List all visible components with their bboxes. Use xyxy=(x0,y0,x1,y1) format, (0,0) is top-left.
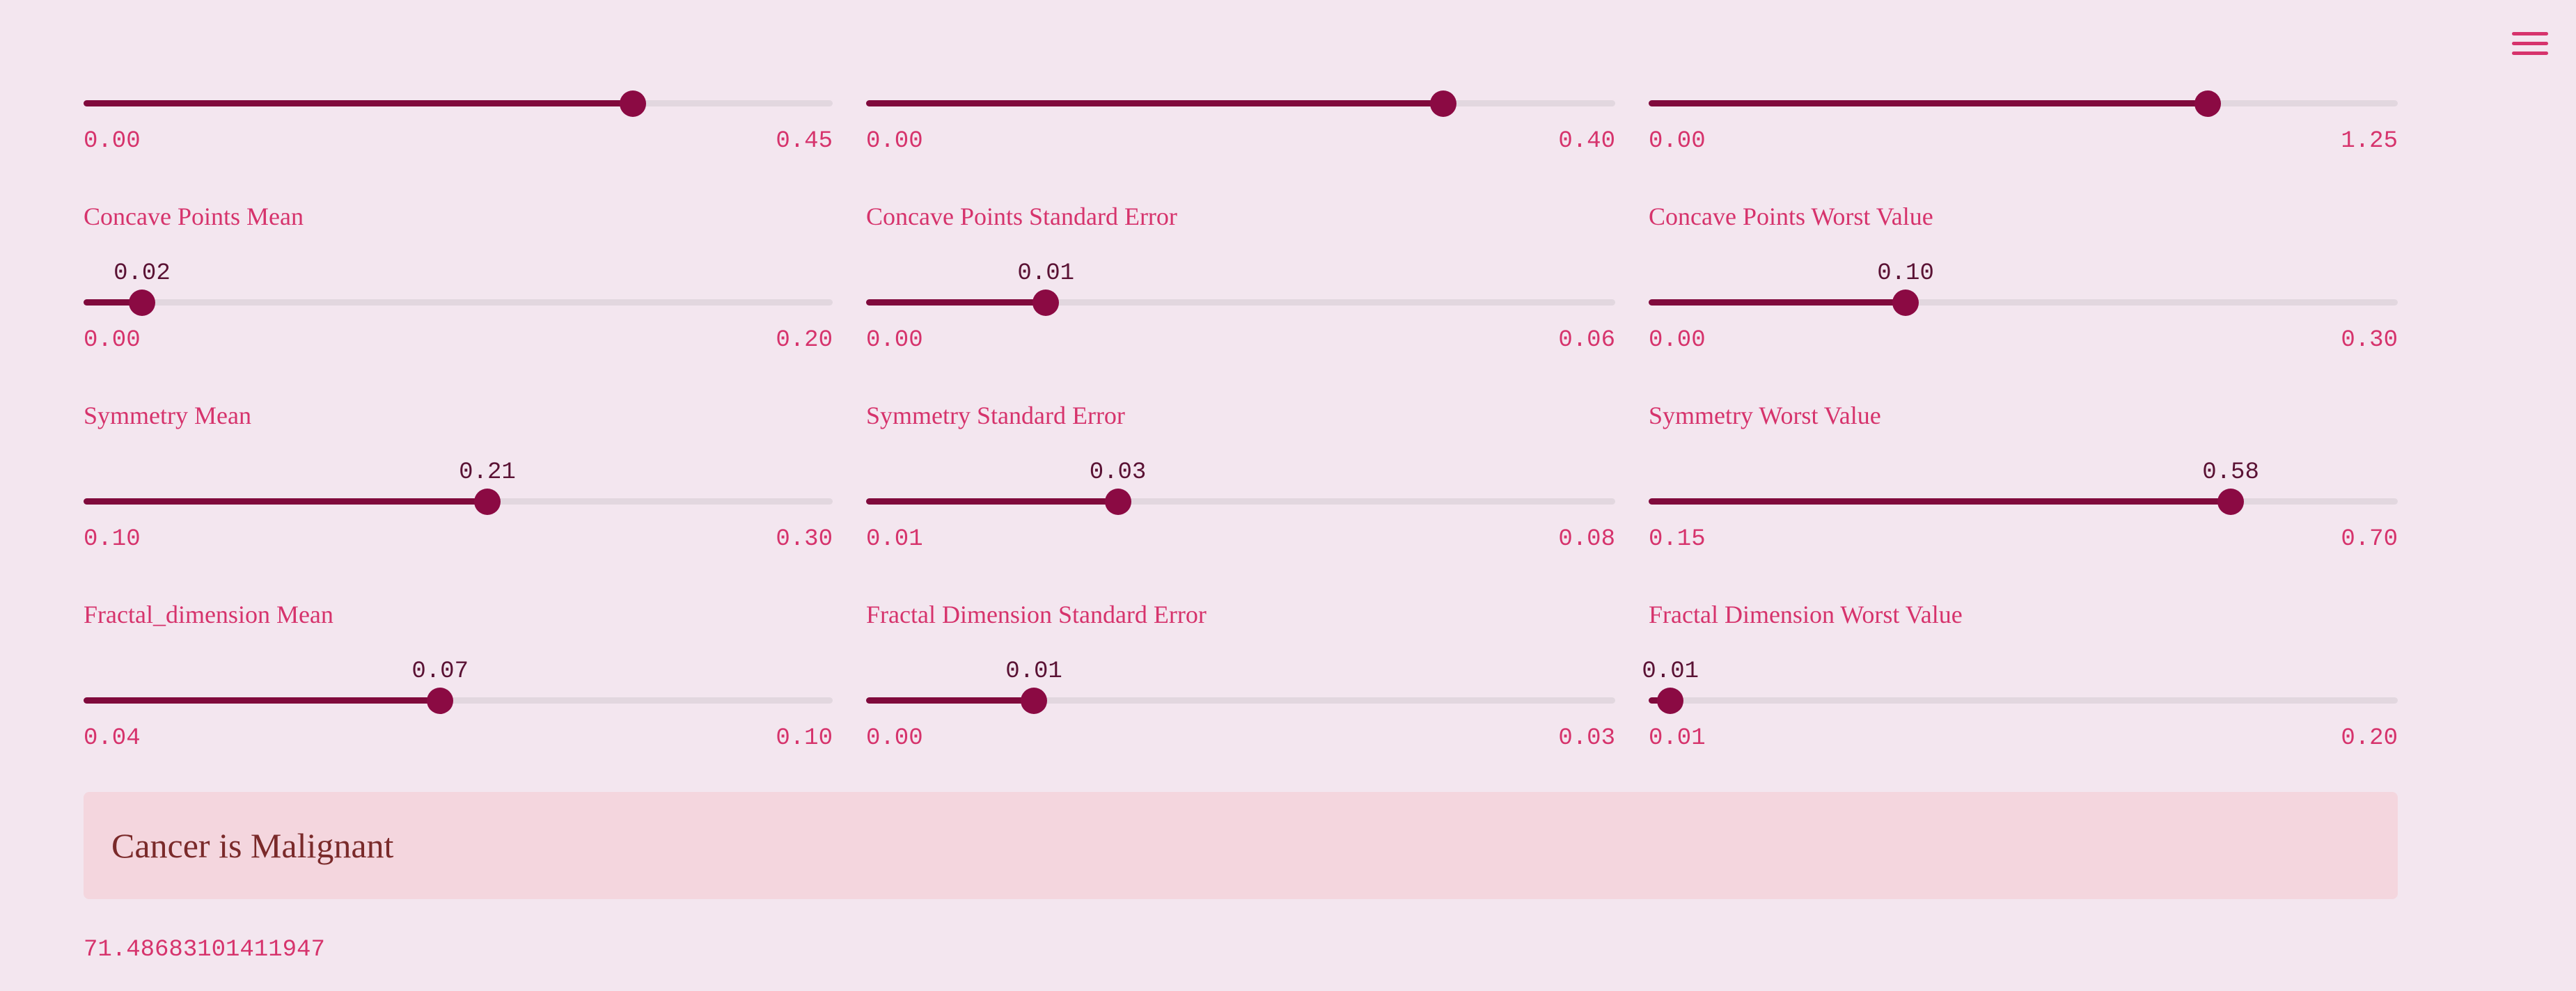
slider-value: 0.21 xyxy=(459,459,516,486)
slider-fill xyxy=(84,697,441,704)
slider-symmetry-worst: Symmetry Worst Value 0.58 0.15 0.70 xyxy=(1649,401,2398,600)
slider-min-label: 0.01 xyxy=(866,526,923,553)
slider-min-label: 0.00 xyxy=(866,725,923,752)
slider-track[interactable] xyxy=(84,687,833,714)
slider-thumb[interactable] xyxy=(2217,488,2245,515)
slider-max-label: 0.30 xyxy=(2341,327,2398,354)
slider-max-label: 0.20 xyxy=(776,327,833,354)
slider-fractal-dimension-se: Fractal Dimension Standard Error 0.01 0.… xyxy=(866,600,1615,799)
slider-track[interactable] xyxy=(84,90,833,117)
slider-max-label: 0.70 xyxy=(2341,526,2398,553)
slider-value: 0.10 xyxy=(1877,260,1934,287)
slider-max-label: 0.10 xyxy=(776,725,833,752)
slider-fill xyxy=(866,697,1035,704)
slider-thumb[interactable] xyxy=(1021,687,1048,714)
slider-thumb[interactable] xyxy=(473,488,501,515)
slider-block: 0.00 0.45 xyxy=(84,3,833,202)
slider-fill xyxy=(84,498,487,505)
slider-track[interactable] xyxy=(866,687,1615,714)
slider-track[interactable] xyxy=(1649,687,2398,714)
slider-label: Symmetry Standard Error xyxy=(866,402,1125,429)
slider-thumb[interactable] xyxy=(128,289,155,316)
slider-label: Fractal Dimension Standard Error xyxy=(866,601,1207,628)
slider-min-label: 0.00 xyxy=(84,128,141,154)
slider-track[interactable] xyxy=(866,289,1615,316)
slider-min-label: 0.00 xyxy=(84,327,141,354)
slider-block: 0.00 0.40 xyxy=(866,3,1615,202)
slider-track[interactable] xyxy=(1649,90,2398,117)
slider-concave-points-mean: Concave Points Mean 0.02 0.00 0.20 xyxy=(84,202,833,401)
slider-max-label: 0.08 xyxy=(1558,526,1615,553)
slider-min-label: 0.00 xyxy=(866,128,923,154)
slider-fill xyxy=(84,100,633,106)
slider-value: 0.58 xyxy=(2202,459,2259,486)
slider-value: 0.01 xyxy=(1642,658,1699,685)
slider-min-label: 0.04 xyxy=(84,725,141,752)
slider-track[interactable] xyxy=(84,289,833,316)
hamburger-menu-icon[interactable] xyxy=(2512,25,2548,61)
slider-min-label: 0.00 xyxy=(1649,327,1706,354)
slider-thumb[interactable] xyxy=(1032,289,1060,316)
result-alert: Cancer is Malignant xyxy=(84,792,2398,899)
result-text: Cancer is Malignant xyxy=(111,826,394,865)
slider-max-label: 0.45 xyxy=(776,128,833,154)
slider-concave-points-se: Concave Points Standard Error 0.01 0.00 … xyxy=(866,202,1615,401)
slider-value: 0.01 xyxy=(1005,658,1062,685)
slider-fill xyxy=(866,100,1443,106)
slider-max-label: 0.20 xyxy=(2341,725,2398,752)
slider-thumb[interactable] xyxy=(1892,289,1919,316)
slider-fill xyxy=(1649,299,1906,306)
slider-fill xyxy=(866,498,1118,505)
slider-label: Symmetry Worst Value xyxy=(1649,402,1881,429)
slider-fill xyxy=(866,299,1046,306)
probability-score: 71.48683101411947 xyxy=(84,937,325,963)
slider-min-label: 0.00 xyxy=(866,327,923,354)
slider-min-label: 0.10 xyxy=(84,526,141,553)
slider-value: 0.01 xyxy=(1017,260,1075,287)
slider-min-label: 0.15 xyxy=(1649,526,1706,553)
slider-max-label: 0.03 xyxy=(1558,725,1615,752)
slider-label: Symmetry Mean xyxy=(84,402,251,429)
slider-track[interactable] xyxy=(1649,488,2398,515)
menu-line xyxy=(2512,51,2548,55)
slider-track[interactable] xyxy=(1649,289,2398,316)
slider-thumb[interactable] xyxy=(1429,90,1456,117)
slider-min-label: 0.00 xyxy=(1649,128,1706,154)
slider-thumb[interactable] xyxy=(1104,488,1131,515)
slider-symmetry-mean: Symmetry Mean 0.21 0.10 0.30 xyxy=(84,401,833,600)
slider-thumb[interactable] xyxy=(427,687,454,714)
slider-thumb[interactable] xyxy=(1657,687,1684,714)
slider-value: 0.02 xyxy=(113,260,171,287)
slider-track[interactable] xyxy=(84,488,833,515)
slider-max-label: 0.30 xyxy=(776,526,833,553)
slider-label: Fractal_dimension Mean xyxy=(84,601,333,628)
slider-track[interactable] xyxy=(866,488,1615,515)
slider-thumb[interactable] xyxy=(2194,90,2221,117)
slider-max-label: 1.25 xyxy=(2341,128,2398,154)
slider-fractal-dimension-worst: Fractal Dimension Worst Value 0.01 0.01 … xyxy=(1642,600,2398,799)
menu-line xyxy=(2512,41,2548,45)
slider-max-label: 0.06 xyxy=(1558,327,1615,354)
slider-min-label: 0.01 xyxy=(1649,725,1706,752)
slider-track[interactable] xyxy=(866,90,1615,117)
slider-max-label: 0.40 xyxy=(1558,128,1615,154)
slider-value: 0.03 xyxy=(1089,459,1147,486)
slider-concave-points-worst: Concave Points Worst Value 0.10 0.00 0.3… xyxy=(1649,202,2398,401)
menu-line xyxy=(2512,31,2548,35)
slider-value: 0.07 xyxy=(411,658,469,685)
slider-fill xyxy=(1649,100,2208,106)
slider-label: Concave Points Worst Value xyxy=(1649,203,1933,230)
slider-label: Fractal Dimension Worst Value xyxy=(1649,601,1963,628)
slider-fill xyxy=(1649,498,2231,505)
slider-fractal-dimension-mean: Fractal_dimension Mean 0.07 0.04 0.10 xyxy=(84,600,833,799)
slider-label: Concave Points Mean xyxy=(84,203,304,230)
slider-label: Concave Points Standard Error xyxy=(866,203,1177,230)
slider-block: 0.00 1.25 xyxy=(1649,3,2398,202)
slider-thumb[interactable] xyxy=(619,90,646,117)
slider-symmetry-se: Symmetry Standard Error 0.03 0.01 0.08 xyxy=(866,401,1615,600)
